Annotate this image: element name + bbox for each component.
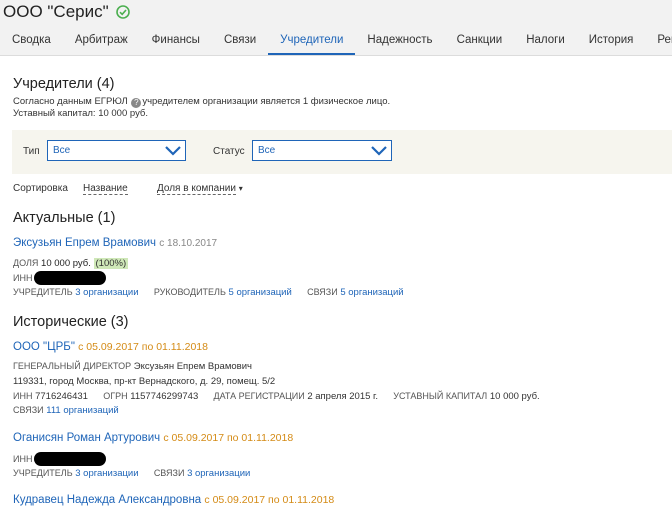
share-percent-badge: (100%): [93, 258, 129, 269]
founder-orgs-link[interactable]: 3 организации: [75, 468, 138, 479]
historical-founder-2: Оганисян Роман Артурович с 05.09.2017 по…: [13, 432, 293, 444]
share-value: 10 000 руб.: [41, 258, 91, 269]
sort-arrow-icon: ▾: [238, 184, 243, 193]
historical-title: Исторические (3): [13, 314, 129, 330]
sort-label: Сортировка: [13, 183, 68, 194]
tab-sanctions[interactable]: Санкции: [445, 31, 515, 55]
historical-founder-3: Кудравец Надежда Александровна с 05.09.2…: [13, 494, 334, 506]
tab-bar: Сводка Арбитраж Финансы Связи Учредители…: [0, 31, 672, 55]
links-row: СВЯЗИ 111 организаций: [13, 405, 119, 416]
section-title: Учредители (4): [13, 76, 115, 92]
current-title: Актуальные (1): [13, 210, 116, 226]
status-filter-label: Статус: [213, 146, 245, 157]
help-icon[interactable]: ?: [131, 98, 142, 108]
founder-period: с 05.09.2017 по 01.11.2018: [163, 432, 294, 444]
founder-name-link[interactable]: Оганисян Роман Артурович: [13, 432, 160, 444]
redacted-inn: [34, 452, 107, 466]
type-filter-label: Тип: [23, 146, 40, 157]
inn-value: 7716246431: [35, 391, 88, 402]
status-select[interactable]: Все: [252, 140, 392, 161]
founder-period: с 05.09.2017 по 01.11.2018: [78, 341, 208, 353]
company-details-row: ИНН 7716246431 ОГРН 1157746299743 ДАТА Р…: [13, 391, 540, 402]
redacted-inn: [34, 271, 107, 285]
historical-founder-1: ООО "ЦРБ" с 05.09.2017 по 01.11.2018: [13, 341, 208, 353]
links-orgs-link[interactable]: 5 организаций: [340, 287, 403, 298]
chevron-down-icon: [165, 146, 181, 156]
tab-reliability[interactable]: Надежность: [355, 31, 444, 55]
links-orgs-link[interactable]: 3 организации: [187, 468, 250, 479]
chevron-down-icon: [371, 146, 387, 156]
founders-section: Учредители (4) Согласно данным ЕГРЮЛ ? уч…: [0, 70, 672, 507]
registration-date: 2 апреля 2015 г.: [307, 391, 378, 402]
authorized-capital: Уставный капитал: 10 000 руб.: [13, 108, 149, 119]
capital-value: 10 000 руб.: [489, 391, 540, 402]
tab-arbitration[interactable]: Арбитраж: [63, 31, 140, 55]
tab-more[interactable]: Рек: [645, 31, 672, 55]
founder-name-link[interactable]: ООО "ЦРБ": [13, 341, 75, 353]
tab-history[interactable]: История: [577, 31, 646, 55]
current-founder: Эксузьян Епрем Врамович с 18.10.2017: [13, 237, 217, 249]
director-name: Эксузьян Епрем Врамович: [133, 361, 252, 372]
roles-row: УЧРЕДИТЕЛЬ 3 организации СВЯЗИ 3 организ…: [13, 468, 251, 479]
egrul-description: Согласно данным ЕГРЮЛ ? учредителем орган…: [13, 96, 391, 108]
ogrn-value: 1157746299743: [130, 391, 199, 402]
type-select[interactable]: Все: [47, 140, 186, 161]
founder-orgs-link[interactable]: 3 организации: [75, 287, 138, 298]
links-orgs-link[interactable]: 111 организаций: [46, 405, 118, 416]
top-bar: ООО "Серис" Сводка Арбитраж Финансы Связ…: [0, 0, 672, 56]
inn-row: ИНН: [13, 452, 107, 466]
founder-since: с 18.10.2017: [159, 238, 218, 249]
share-row: ДОЛЯ 10 000 руб. (100%): [13, 258, 129, 269]
tab-founders[interactable]: Учредители: [268, 31, 356, 55]
sort-by-share[interactable]: Доля в компании ▾: [157, 183, 243, 195]
head-orgs-link[interactable]: 5 организаций: [229, 287, 292, 298]
founder-period: с 05.09.2017 по 01.11.2018: [204, 494, 335, 506]
tab-finance[interactable]: Финансы: [140, 31, 212, 55]
sort-by-name[interactable]: Название: [83, 183, 128, 195]
founder-name-link[interactable]: Кудравец Надежда Александровна: [13, 494, 201, 506]
verified-check-icon: [115, 5, 130, 19]
inn-row: ИНН: [13, 271, 107, 285]
tab-links[interactable]: Связи: [212, 31, 268, 55]
founder-name-link[interactable]: Эксузьян Епрем Врамович: [13, 237, 156, 249]
director-row: ГЕНЕРАЛЬНЫЙ ДИРЕКТОР Эксузьян Епрем Врам…: [13, 361, 252, 372]
tab-taxes[interactable]: Налоги: [514, 31, 577, 55]
tab-summary[interactable]: Сводка: [0, 31, 63, 55]
roles-row: УЧРЕДИТЕЛЬ 3 организации РУКОВОДИТЕЛЬ 5 …: [13, 287, 404, 298]
filter-panel: Тип Все Статус Все: [12, 130, 672, 174]
company-name: ООО "Серис": [3, 2, 109, 21]
company-header: ООО "Серис": [3, 2, 130, 22]
address-row: 119331, город Москва, пр-кт Вернадского,…: [13, 376, 276, 387]
